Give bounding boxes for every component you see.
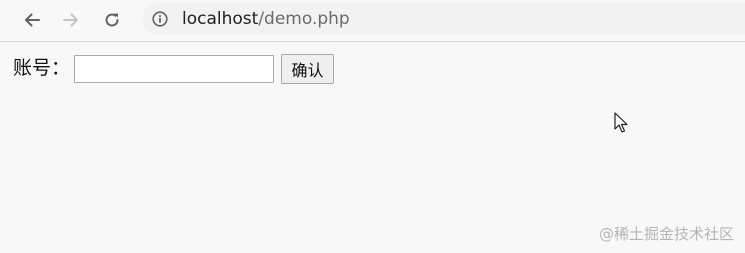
mouse-cursor-icon bbox=[614, 112, 628, 133]
account-input[interactable] bbox=[74, 55, 274, 83]
reload-icon bbox=[105, 13, 119, 27]
page-content: 账号： 确认 @稀土掘金技术社区 bbox=[0, 42, 745, 253]
back-button[interactable] bbox=[17, 5, 47, 35]
reload-button[interactable] bbox=[97, 5, 127, 35]
confirm-button[interactable]: 确认 bbox=[281, 54, 334, 84]
watermark: @稀土掘金技术社区 bbox=[598, 225, 734, 243]
back-arrow-icon bbox=[25, 13, 40, 27]
url-path: /demo.php bbox=[258, 9, 350, 29]
browser-toolbar: localhost/demo.php bbox=[0, 0, 745, 42]
forward-button[interactable] bbox=[56, 5, 86, 35]
forward-arrow-icon bbox=[63, 13, 78, 27]
url-text: localhost/demo.php bbox=[182, 9, 350, 29]
address-bar[interactable]: localhost/demo.php bbox=[142, 3, 745, 35]
url-host: localhost bbox=[182, 9, 259, 29]
account-label: 账号： bbox=[13, 57, 71, 79]
info-icon[interactable] bbox=[152, 11, 168, 27]
